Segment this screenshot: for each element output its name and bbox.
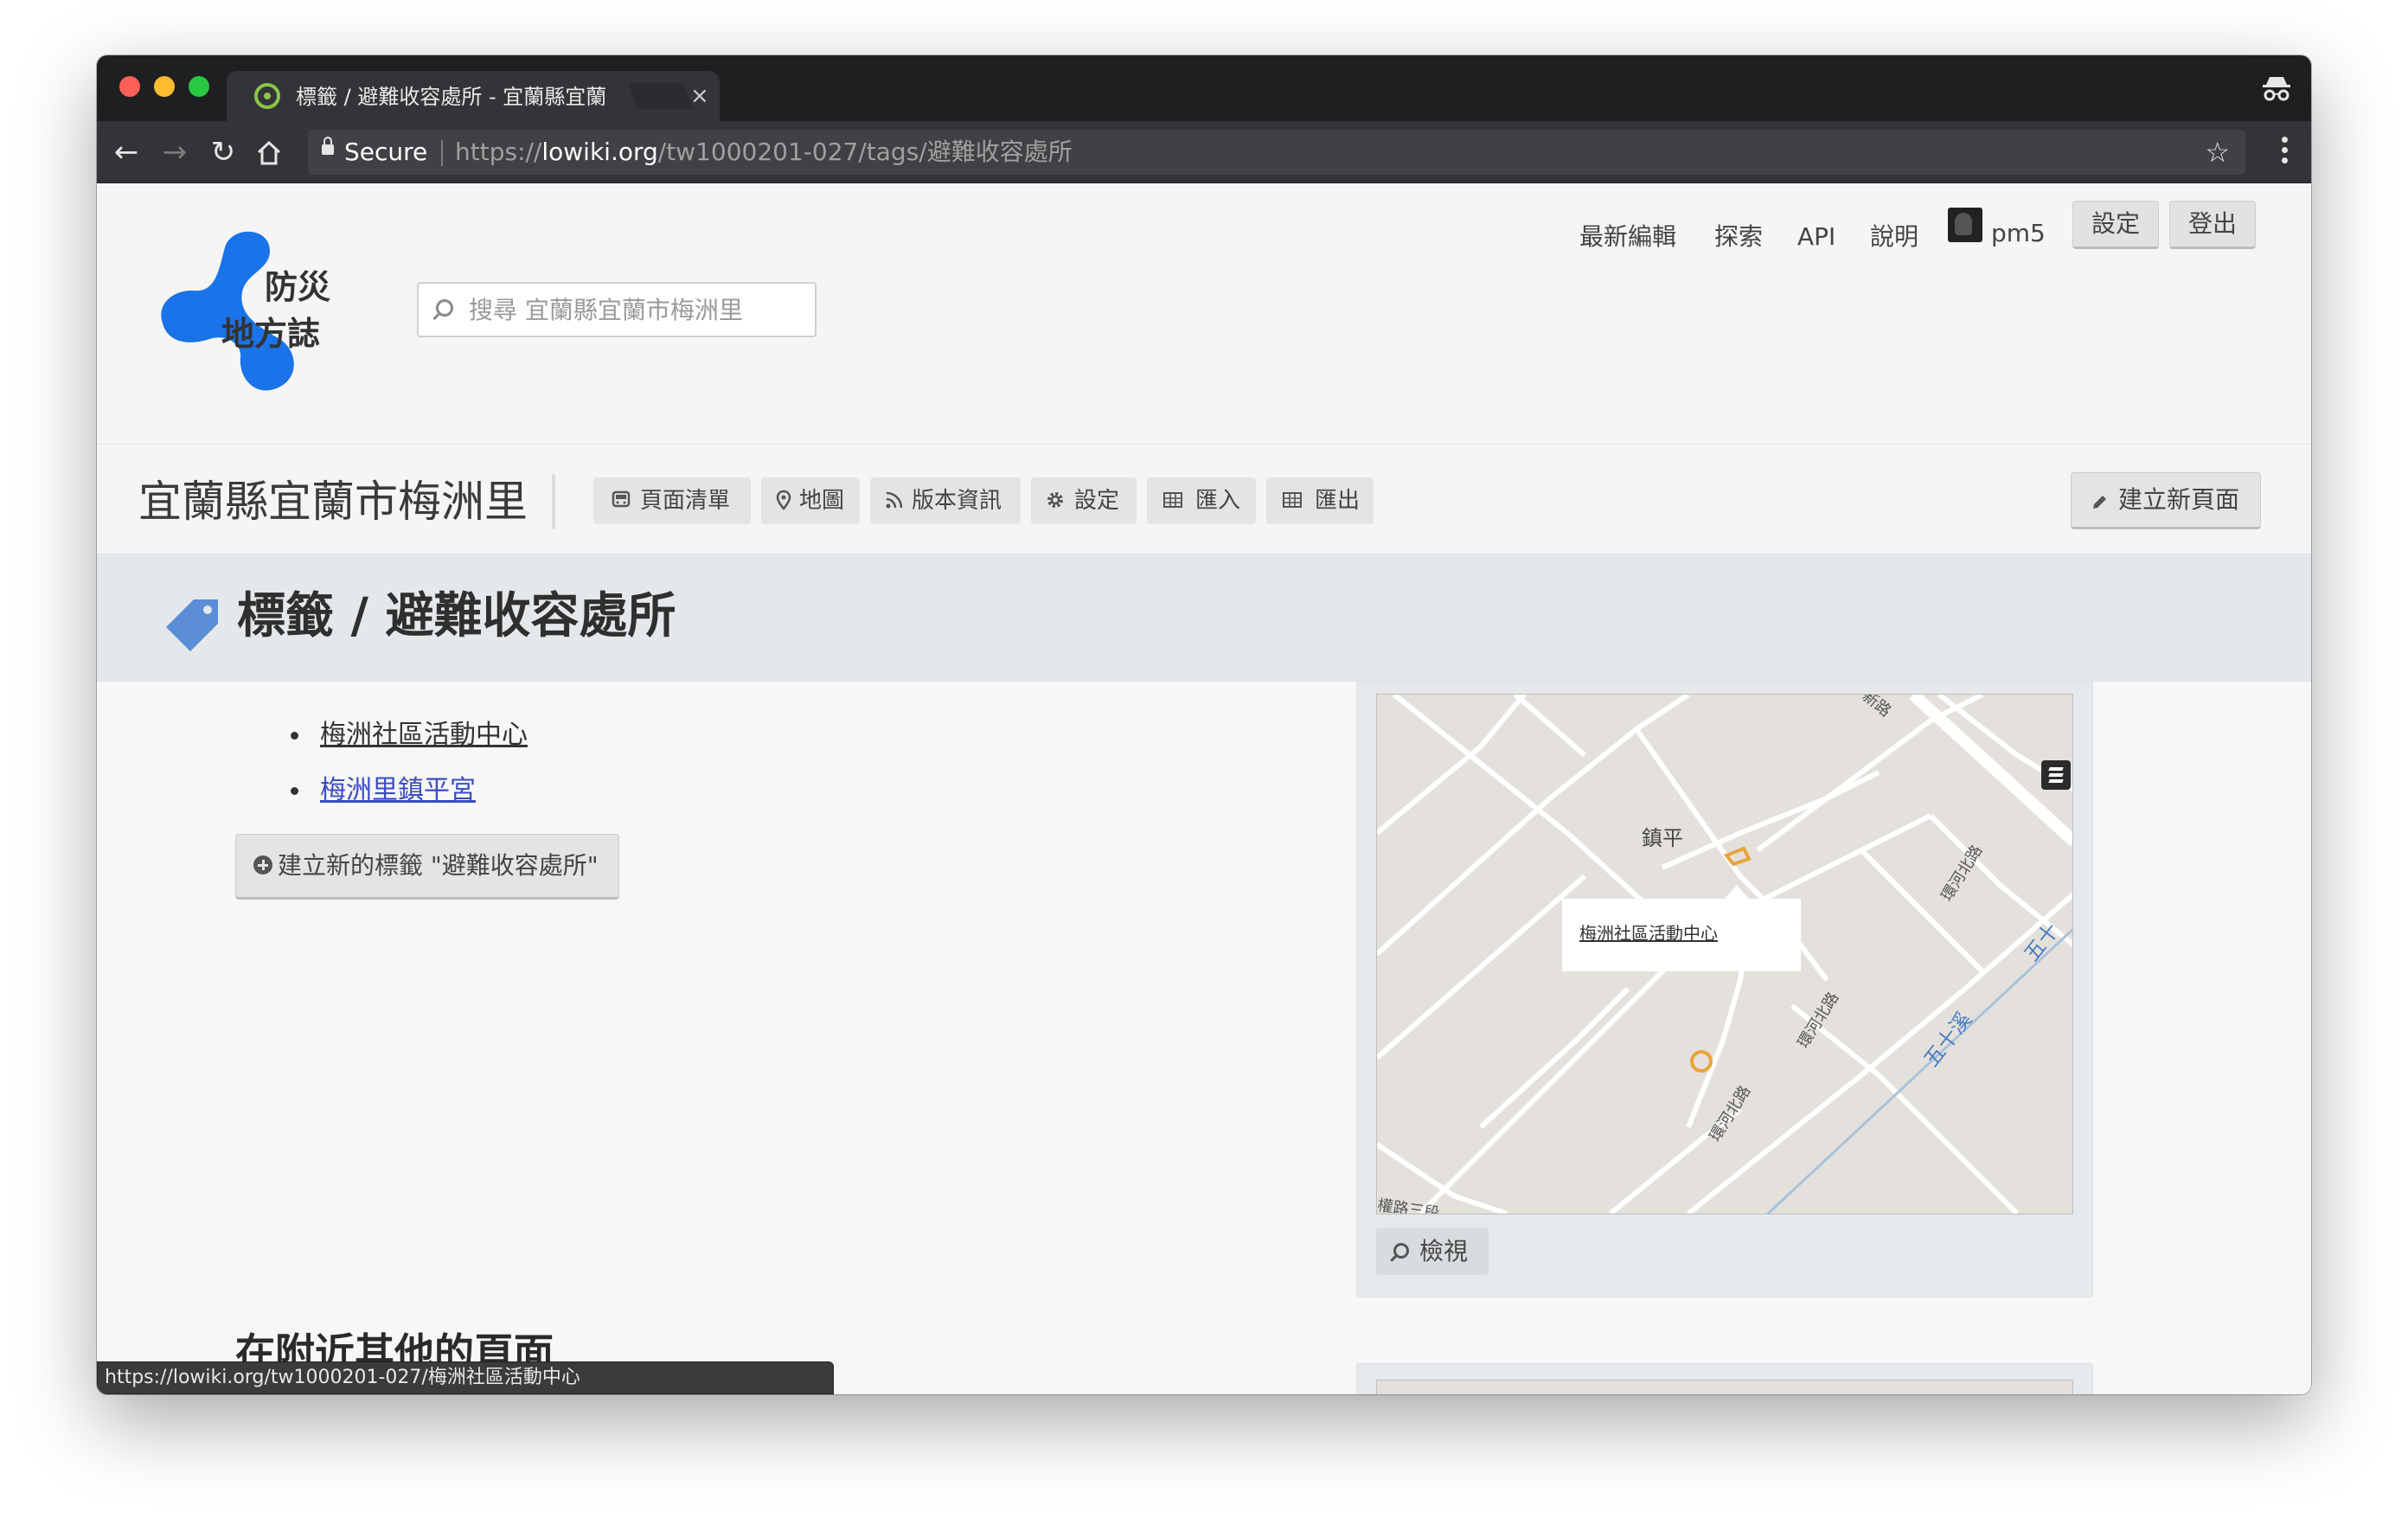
title-bar: 標籤 / 避難收容處所 - 宜蘭縣宜蘭 × xyxy=(97,55,2311,121)
view-map-label: 檢視 xyxy=(1419,1237,1469,1265)
map-view[interactable]: 鎮平 環河北路 環河北路 環河北路 五十溪 五十 新路 權路三段 梅洲社區活動中… xyxy=(1376,694,2073,1214)
reload-icon[interactable]: ↻ xyxy=(206,135,240,170)
maximize-window-button[interactable] xyxy=(189,76,209,97)
region-settings-button[interactable]: 設定 xyxy=(1031,477,1137,524)
address-separator xyxy=(441,140,443,166)
api-link[interactable]: API xyxy=(1797,213,1835,261)
address-bar[interactable]: Secure https://lowiki.org/tw1000201-027/… xyxy=(308,130,2245,175)
recent-edits-link[interactable]: 最新編輯 xyxy=(1579,213,1676,261)
list-item: 梅洲社區活動中心 xyxy=(291,708,528,763)
bus-icon xyxy=(612,490,631,508)
avatar[interactable] xyxy=(1948,208,1982,242)
main-content: 梅洲社區活動中心 梅洲里鎮平宮 建立新的標籤 "避難收容處所" 在附近其他的頁面 xyxy=(97,682,2311,1394)
close-window-button[interactable] xyxy=(119,76,140,97)
region-divider xyxy=(552,474,555,529)
forward-arrow-icon[interactable]: → xyxy=(157,135,192,170)
search-icon xyxy=(436,299,453,317)
url-host: lowiki.org xyxy=(541,138,658,166)
map-label-road3: 環河北路 xyxy=(1706,1082,1754,1144)
tagged-page-link[interactable]: 梅洲社區活動中心 xyxy=(320,720,528,750)
browser-window: 標籤 / 避難收容處所 - 宜蘭縣宜蘭 × ← → ↻ Secure https… xyxy=(97,55,2311,1394)
incognito-icon xyxy=(2263,77,2290,101)
bookmark-star-icon[interactable]: ☆ xyxy=(2205,137,2230,168)
plus-circle-icon xyxy=(253,855,272,874)
site-header: 防災 地方誌 搜尋 宜蘭縣宜蘭市梅洲里 最新編輯 探索 API 說明 pm5 設… xyxy=(97,183,2311,443)
version-info-label: 版本資訊 xyxy=(912,488,1002,514)
url-scheme: https:// xyxy=(455,138,542,166)
map-label-road1: 環河北路 xyxy=(1937,842,1986,904)
tagged-page-list: 梅洲社區活動中心 梅洲里鎮平宮 xyxy=(291,708,528,818)
search-icon xyxy=(1393,1243,1409,1259)
create-page-button[interactable]: 建立新頁面 xyxy=(2071,472,2261,529)
pencil-icon xyxy=(2093,496,2106,509)
home-icon[interactable] xyxy=(256,140,282,166)
map-popup: 梅洲社區活動中心 xyxy=(1562,885,1801,971)
tag-icon xyxy=(166,599,218,651)
browser-toolbar: ← → ↻ Secure https://lowiki.org/tw100020… xyxy=(97,121,2311,183)
tab-title: 標籤 / 避難收容處所 - 宜蘭縣宜蘭 xyxy=(296,85,607,109)
tagged-page-link[interactable]: 梅洲里鎮平宮 xyxy=(320,775,476,805)
create-page-label: 建立新頁面 xyxy=(2118,485,2240,514)
map-button[interactable]: 地圖 xyxy=(761,477,860,524)
tag-title-band: 標籤 / 避難收容處所 xyxy=(97,554,2311,682)
version-info-button[interactable]: 版本資訊 xyxy=(870,477,1021,524)
username-link[interactable]: pm5 xyxy=(1991,209,2046,258)
export-button[interactable]: 匯出 xyxy=(1266,477,1374,524)
map-label-village: 鎮平 xyxy=(1642,826,1683,850)
map-popup-link[interactable]: 梅洲社區活動中心 xyxy=(1579,921,1718,945)
logout-button[interactable]: 登出 xyxy=(2169,201,2256,249)
logo-text-1: 防災 xyxy=(265,268,331,306)
help-link[interactable]: 說明 xyxy=(1870,213,1918,261)
map-marker-icon xyxy=(776,490,791,510)
import-label: 匯入 xyxy=(1195,488,1241,514)
logo-mark-icon xyxy=(161,231,294,391)
view-map-button[interactable]: 檢視 xyxy=(1376,1228,1489,1275)
secure-label: Secure xyxy=(344,138,428,166)
table-icon xyxy=(1283,492,1302,508)
favicon-icon xyxy=(254,83,280,109)
explore-link[interactable]: 探索 xyxy=(1714,213,1763,261)
url-text: https://lowiki.org/tw1000201-027/tags/避難… xyxy=(455,137,1073,168)
web-page: 防災 地方誌 搜尋 宜蘭縣宜蘭市梅洲里 最新編輯 探索 API 說明 pm5 設… xyxy=(97,183,2311,1394)
back-arrow-icon[interactable]: ← xyxy=(109,135,144,170)
page-list-label: 頁面清單 xyxy=(640,488,731,514)
minimize-window-button[interactable] xyxy=(154,76,175,97)
logo-text-2: 地方誌 xyxy=(221,315,321,353)
region-title[interactable]: 宜蘭縣宜蘭市梅洲里 xyxy=(138,476,528,528)
user-settings-button[interactable]: 設定 xyxy=(2072,201,2159,249)
create-tag-button[interactable]: 建立新的標籤 "避難收容處所" xyxy=(235,834,619,900)
search-input[interactable]: 搜尋 宜蘭縣宜蘭市梅洲里 xyxy=(417,282,817,337)
export-label: 匯出 xyxy=(1315,488,1361,514)
new-tab-button[interactable] xyxy=(628,83,694,109)
map-layers-icon[interactable] xyxy=(2041,760,2071,790)
nearby-map-panel xyxy=(1356,1363,2093,1394)
list-item: 梅洲里鎮平宮 xyxy=(291,763,528,818)
url-path: /tw1000201-027/tags/避難收容處所 xyxy=(657,138,1073,166)
map-label-road-top: 新路 xyxy=(1859,695,1894,721)
tab-close-icon[interactable]: × xyxy=(690,82,709,110)
nearby-map-view[interactable] xyxy=(1376,1380,2073,1394)
status-url-bubble: https://lowiki.org/tw1000201-027/梅洲社區活動中… xyxy=(97,1361,834,1394)
table-icon xyxy=(1163,492,1182,508)
gear-icon xyxy=(1047,492,1063,508)
page-list-button[interactable]: 頁面清單 xyxy=(593,477,751,524)
import-button[interactable]: 匯入 xyxy=(1147,477,1256,524)
region-settings-label: 設定 xyxy=(1074,488,1120,514)
page-title: 標籤 / 避難收容處所 xyxy=(237,588,676,644)
create-tag-label: 建立新的標籤 "避難收容處所" xyxy=(278,851,599,880)
rss-icon xyxy=(886,491,903,509)
map-panel: 鎮平 環河北路 環河北路 環河北路 五十溪 五十 新路 權路三段 梅洲社區活動中… xyxy=(1356,682,2093,1297)
site-logo[interactable]: 防災 地方誌 xyxy=(149,216,356,407)
map-label: 地圖 xyxy=(799,488,845,514)
search-placeholder: 搜尋 宜蘭縣宜蘭市梅洲里 xyxy=(469,296,743,324)
lock-icon xyxy=(322,137,334,155)
browser-menu-icon[interactable] xyxy=(2282,137,2289,168)
region-toolbar: 宜蘭縣宜蘭市梅洲里 頁面清單 地圖 版本資訊 設定 匯入 匯出 建立新頁面 xyxy=(97,443,2311,554)
